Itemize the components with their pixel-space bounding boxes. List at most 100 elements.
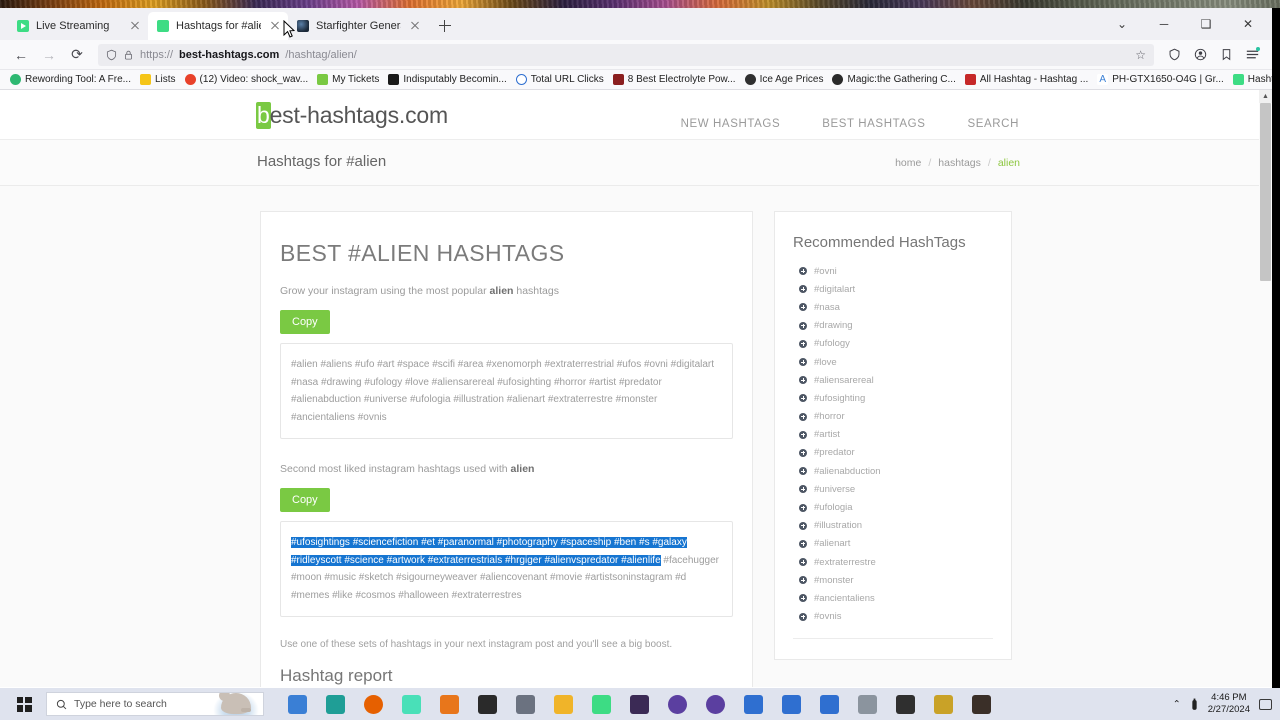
tracking-protection-icon[interactable] bbox=[1162, 43, 1186, 67]
action-center-icon[interactable] bbox=[1259, 698, 1272, 710]
bookmark-item[interactable]: 8 Best Electrolyte Pow... bbox=[609, 71, 740, 89]
breadcrumb-separator: / bbox=[928, 157, 932, 169]
window-blue-icon bbox=[781, 694, 801, 714]
recommended-hashtag-item[interactable]: #drawing bbox=[793, 317, 993, 335]
taskbar-app-user-blue[interactable] bbox=[734, 688, 772, 720]
bookmark-item[interactable]: All Hashtag - Hashtag ... bbox=[961, 71, 1092, 89]
taskbar-app-teal-app[interactable] bbox=[316, 688, 354, 720]
bookmark-item[interactable]: Total URL Clicks bbox=[512, 71, 608, 89]
taskbar-app-window-blue[interactable] bbox=[772, 688, 810, 720]
bookmark-item[interactable]: (12) Video: shock_wav... bbox=[181, 71, 313, 89]
selected-hashtags: #ufosightings #sciencefiction #et #paran… bbox=[291, 537, 687, 566]
forward-button[interactable]: → bbox=[36, 43, 62, 67]
recommended-hashtag-item[interactable]: #monster bbox=[793, 571, 993, 589]
taskbar-app-icons bbox=[278, 688, 1000, 720]
favicon-icon bbox=[10, 74, 21, 85]
taskbar-app-printer-gray[interactable] bbox=[848, 688, 886, 720]
bookmark-item[interactable]: Indisputably Becomin... bbox=[384, 71, 510, 89]
recommended-hashtag-item[interactable]: #artist bbox=[793, 426, 993, 444]
recommended-hashtag-item[interactable]: #nasa bbox=[793, 298, 993, 316]
minimize-button[interactable]: ─ bbox=[1144, 11, 1184, 37]
hashtag-report-heading: Hashtag report bbox=[280, 666, 393, 685]
nav-search[interactable]: SEARCH bbox=[967, 118, 1019, 130]
nav-best-hashtags[interactable]: BEST HASHTAGS bbox=[822, 118, 925, 130]
recommended-hashtag-item[interactable]: #ufosighting bbox=[793, 389, 993, 407]
browser-tab-2[interactable]: Starfighter General on Steam bbox=[288, 12, 428, 40]
bookmark-item[interactable]: A PH-GTX1650-O4G | Gr... bbox=[1093, 71, 1228, 89]
breadcrumb-hashtags[interactable]: hashtags bbox=[938, 157, 981, 169]
taskbar-app-green-app[interactable] bbox=[582, 688, 620, 720]
taskbar-app-gray-gear[interactable] bbox=[506, 688, 544, 720]
taskbar-app-mint-calendar[interactable] bbox=[392, 688, 430, 720]
taskbar-app-pen-tool[interactable] bbox=[924, 688, 962, 720]
save-to-pocket-icon[interactable] bbox=[1214, 43, 1238, 67]
bookmark-item[interactable]: Ice Age Prices bbox=[741, 71, 828, 89]
recommended-hashtag-item[interactable]: #universe bbox=[793, 480, 993, 498]
recommended-hashtag-item[interactable]: #horror bbox=[793, 408, 993, 426]
bookmark-item[interactable]: Lists bbox=[136, 71, 180, 89]
recommended-hashtag-item[interactable]: #extraterrestre bbox=[793, 553, 993, 571]
taskbar-app-orange-media[interactable] bbox=[430, 688, 468, 720]
bookmark-item[interactable]: My Tickets bbox=[313, 71, 383, 89]
scrollbar-thumb[interactable] bbox=[1260, 103, 1271, 281]
recommended-hashtag-item[interactable]: #ovni bbox=[793, 262, 993, 280]
back-button[interactable]: ← bbox=[8, 43, 34, 67]
bookmark-item[interactable]: Hashtags for #likes on... bbox=[1229, 71, 1272, 89]
hashtag-box-primary[interactable]: #alien #aliens #ufo #art #space #scifi #… bbox=[280, 343, 733, 439]
recommended-hashtag-item[interactable]: #ancientaliens bbox=[793, 589, 993, 607]
hashtag-box-secondary[interactable]: #ufosightings #sciencefiction #et #paran… bbox=[280, 521, 733, 617]
tab-title: Hashtags for #alien to grow yo bbox=[176, 20, 261, 32]
close-icon[interactable] bbox=[268, 19, 282, 33]
recommended-hashtag-item[interactable]: #aliensarereal bbox=[793, 371, 993, 389]
tab-list-chevron-icon[interactable]: ⌄ bbox=[1102, 11, 1142, 37]
tray-chevron-icon[interactable]: ⌃ bbox=[1173, 699, 1181, 710]
breadcrumb-home[interactable]: home bbox=[895, 157, 921, 169]
recommended-hashtag-item[interactable]: #love bbox=[793, 353, 993, 371]
close-icon[interactable] bbox=[128, 19, 142, 33]
taskbar-clock[interactable]: 4:46 PM 2/27/2024 bbox=[1208, 692, 1250, 715]
account-icon[interactable] bbox=[1188, 43, 1212, 67]
maximize-button[interactable]: ❑ bbox=[1186, 11, 1226, 37]
recommended-hashtag-label: #universe bbox=[814, 483, 856, 495]
taskbar-app-dark-terminal[interactable] bbox=[468, 688, 506, 720]
taskbar-app-firefox[interactable] bbox=[354, 688, 392, 720]
taskbar-app-sevenzip[interactable] bbox=[886, 688, 924, 720]
recommended-hashtag-item[interactable]: #ufology bbox=[793, 335, 993, 353]
page-scrollbar[interactable]: ▲ bbox=[1259, 90, 1272, 687]
scroll-up-arrow-icon[interactable]: ▲ bbox=[1259, 90, 1272, 103]
recommended-hashtag-item[interactable]: #alienart bbox=[793, 535, 993, 553]
bookmark-star-icon[interactable]: ☆ bbox=[1135, 48, 1146, 62]
taskbar-app-lock-purple[interactable] bbox=[658, 688, 696, 720]
taskbar-app-folder-yellow[interactable] bbox=[544, 688, 582, 720]
recommended-hashtag-item[interactable]: #illustration bbox=[793, 517, 993, 535]
start-button[interactable] bbox=[2, 688, 46, 720]
close-window-button[interactable]: ✕ bbox=[1228, 11, 1268, 37]
recommended-hashtag-label: #illustration bbox=[814, 520, 863, 532]
taskbar-app-book-dark[interactable] bbox=[962, 688, 1000, 720]
recommended-hashtag-item[interactable]: #ufologia bbox=[793, 498, 993, 516]
browser-tab-0[interactable]: Live Streaming bbox=[8, 12, 148, 40]
bookmark-item[interactable]: Magic:the Gathering C... bbox=[828, 71, 959, 89]
recommended-hashtag-item[interactable]: #digitalart bbox=[793, 280, 993, 298]
menu-hamburger-icon[interactable] bbox=[1240, 43, 1264, 67]
browser-tab-1[interactable]: Hashtags for #alien to grow yo bbox=[148, 12, 288, 40]
site-logo[interactable]: best-hashtags.com bbox=[256, 102, 448, 129]
taskbar-app-lock-purple-2[interactable] bbox=[696, 688, 734, 720]
taskbar-app-file-explorer-blue[interactable] bbox=[278, 688, 316, 720]
taskbar-app-dark-purple-app[interactable] bbox=[620, 688, 658, 720]
nav-new-hashtags[interactable]: NEW HASHTAGS bbox=[681, 118, 781, 130]
new-tab-button[interactable] bbox=[434, 15, 456, 37]
recommended-hashtag-item[interactable]: #ovnis bbox=[793, 608, 993, 626]
plus-circle-icon bbox=[799, 448, 807, 457]
copy-button-secondary[interactable]: Copy bbox=[280, 488, 330, 512]
taskbar-search-input[interactable]: Type here to search bbox=[46, 692, 264, 716]
taskbar-app-window-blue-2[interactable] bbox=[810, 688, 848, 720]
close-icon[interactable] bbox=[408, 19, 422, 33]
address-bar[interactable]: https:// best-hashtags.com/hashtag/alien/… bbox=[98, 43, 1154, 66]
recommended-hashtag-item[interactable]: #predator bbox=[793, 444, 993, 462]
copy-button-primary[interactable]: Copy bbox=[280, 310, 330, 334]
reload-button[interactable]: ⟳ bbox=[64, 43, 90, 67]
battery-icon[interactable] bbox=[1190, 698, 1199, 711]
bookmark-item[interactable]: Rewording Tool: A Fre... bbox=[6, 71, 135, 89]
recommended-hashtag-item[interactable]: #alienabduction bbox=[793, 462, 993, 480]
